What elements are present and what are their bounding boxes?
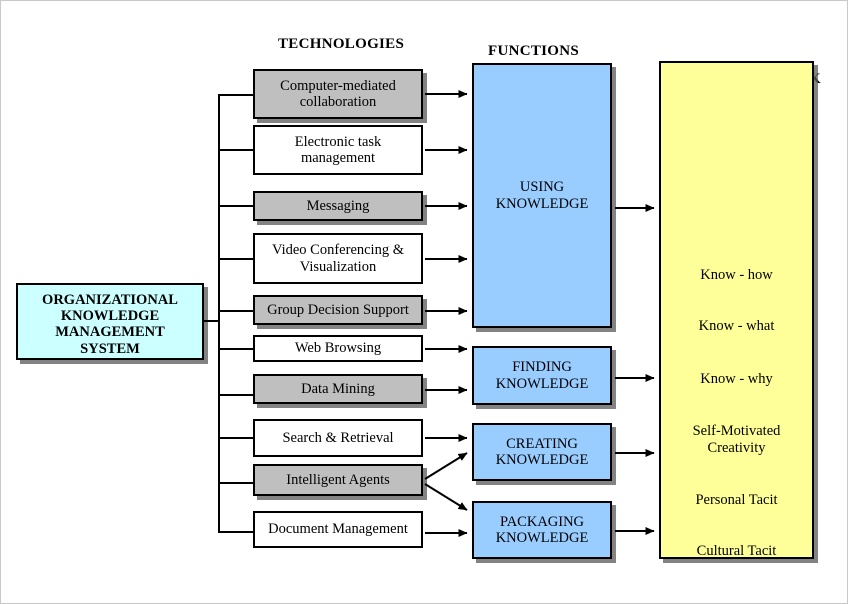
organizational-kms-box[interactable]: ORGANIZATIONAL KNOWLEDGE MANAGEMENT SYST…: [16, 283, 204, 360]
tech-box-group-decision-support[interactable]: Group Decision Support: [253, 295, 423, 325]
function-box-using-knowledge[interactable]: USING KNOWLEDGE: [472, 63, 612, 328]
function-box-packaging-knowledge[interactable]: PACKAGING KNOWLEDGE: [472, 501, 612, 559]
tech-9-line1: Intelligent Agents: [286, 471, 390, 488]
tech-2-line2: management: [300, 150, 376, 166]
tech-box-web-browsing[interactable]: Web Browsing: [253, 335, 423, 362]
branch-stub-6: [218, 348, 254, 350]
branch-stub-5: [218, 310, 254, 312]
branch-stub-2: [218, 149, 254, 151]
tech-box-data-mining[interactable]: Data Mining: [253, 374, 423, 404]
func-3-line2: KNOWLEDGE: [495, 452, 589, 468]
tech-7-line1: Data Mining: [301, 380, 375, 397]
outcome-item-cultural-tacit: Cultural Tacit: [696, 543, 777, 559]
outcome-item-know-why: Know - why: [700, 371, 773, 387]
tech-box-messaging[interactable]: Messaging: [253, 191, 423, 221]
header-technologies: TECHNOLOGIES: [278, 36, 405, 52]
tech-3-line1: Messaging: [306, 197, 370, 214]
tech-1-line1: Computer-mediated: [280, 77, 396, 94]
branch-stub-4: [218, 258, 254, 260]
outcome-item-personal-tacit: Personal Tacit: [695, 492, 778, 508]
tech-box-document-management[interactable]: Document Management: [253, 511, 423, 548]
func-3-line1: CREATING: [506, 435, 578, 452]
tech-10-line1: Document Management: [268, 521, 408, 538]
branch-stub-3: [218, 205, 254, 207]
tech-box-intelligent-agents[interactable]: Intelligent Agents: [253, 464, 423, 496]
tech-1-line2: collaboration: [299, 94, 377, 110]
tech-8-line1: Search & Retrieval: [282, 429, 394, 446]
function-box-finding-knowledge[interactable]: FINDING KNOWLEDGE: [472, 346, 612, 405]
diagram-canvas: TECHNOLOGIES FUNCTIONS K ORGANIZATIONAL …: [0, 0, 848, 604]
branch-stub-1: [218, 94, 254, 96]
branch-stub-10: [218, 531, 254, 533]
func-4-line2: KNOWLEDGE: [495, 530, 589, 546]
tech-box-video-conferencing-visualization[interactable]: Video Conferencing & Visualization: [253, 233, 423, 284]
func-2-line1: FINDING: [512, 359, 572, 376]
tech-2-line1: Electronic task: [294, 133, 382, 150]
func-1-line1: USING: [519, 179, 565, 196]
trunk-line: [218, 94, 220, 532]
arrow-agents-to-packaging: [424, 483, 468, 511]
org-line-4: SYSTEM: [80, 340, 140, 357]
tech-box-electronic-task-management[interactable]: Electronic task management: [253, 125, 423, 175]
func-2-line2: KNOWLEDGE: [495, 375, 589, 392]
tech-4-line2: Visualization: [299, 258, 377, 275]
tech-5-line1: Group Decision Support: [267, 301, 409, 318]
outcome-item-self-motivated: Self-Motivated: [692, 423, 781, 439]
tech-4-line1: Video Conferencing &: [271, 242, 404, 259]
org-line-3: MANAGEMENT: [55, 324, 165, 341]
branch-stub-9: [218, 482, 254, 484]
source-stub: [204, 320, 220, 322]
tech-6-line1: Web Browsing: [294, 340, 382, 357]
outcomes-box[interactable]: Know - how Know - what Know - why Self-M…: [659, 61, 814, 559]
outcome-item-creativity: Creativity: [707, 440, 766, 456]
tech-box-computer-mediated-collaboration[interactable]: Computer-mediated collaboration: [253, 69, 423, 119]
org-line-2: KNOWLEDGE: [60, 308, 160, 325]
header-functions: FUNCTIONS: [488, 43, 580, 59]
outcome-item-know-how: Know - how: [700, 267, 773, 283]
outcome-item-know-what: Know - what: [698, 318, 775, 334]
arrow-agents-to-creating: [424, 452, 468, 480]
tech-box-search-retrieval[interactable]: Search & Retrieval: [253, 419, 423, 457]
func-4-line1: PACKAGING: [499, 513, 585, 530]
func-1-line2: KNOWLEDGE: [495, 195, 589, 212]
branch-stub-8: [218, 437, 254, 439]
branch-stub-7: [218, 394, 254, 396]
function-box-creating-knowledge[interactable]: CREATING KNOWLEDGE: [472, 423, 612, 481]
org-line-1: ORGANIZATIONAL: [42, 292, 178, 308]
